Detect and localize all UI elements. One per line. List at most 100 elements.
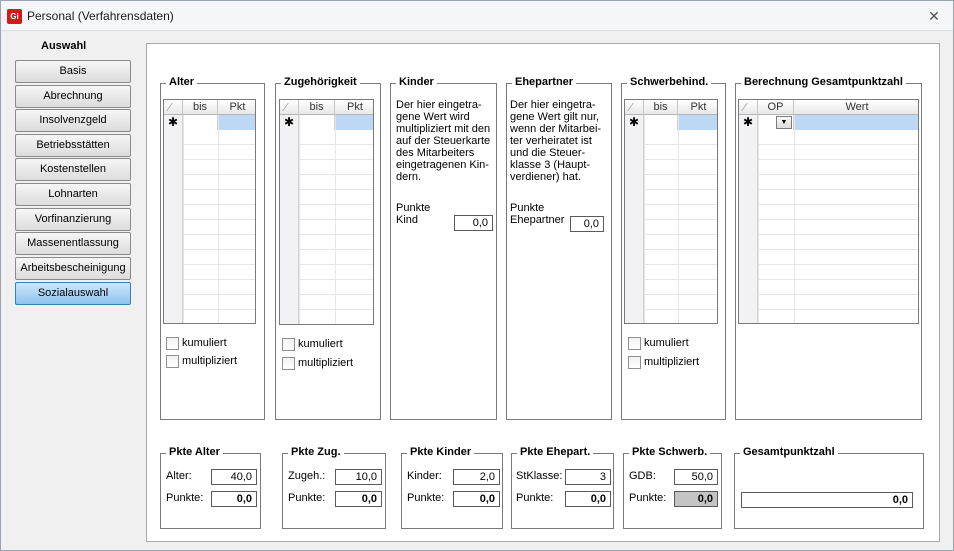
row-header: [280, 220, 299, 235]
row-header: [164, 160, 183, 175]
column-header-wert[interactable]: Wert: [794, 100, 918, 115]
pkte-zug-input[interactable]: 10,0: [335, 469, 382, 485]
grid-corner: [739, 100, 758, 115]
multipliziert-checkbox[interactable]: [282, 357, 295, 370]
nav-button-sozialauswahl[interactable]: Sozialauswahl: [15, 282, 131, 305]
grid-empty-row: [280, 175, 373, 190]
column-header-pkt[interactable]: Pkt: [335, 100, 373, 115]
nav-button-betriebsstaetten[interactable]: Betriebsstätten: [15, 134, 131, 157]
cell-bis[interactable]: [299, 115, 335, 130]
grid-empty-row: [739, 175, 918, 190]
pkte-ehepart-label: StKlasse:: [516, 470, 563, 482]
pkte-kinder-label: Kinder:: [407, 470, 442, 482]
grid-empty-row: [739, 295, 918, 310]
pkte-kinder-input[interactable]: 2,0: [453, 469, 500, 485]
grid-empty-row: [625, 160, 717, 175]
grid-empty-row: [625, 175, 717, 190]
pkte-alter-input[interactable]: 40,0: [211, 469, 257, 485]
grid-empty-row: [739, 280, 918, 295]
pkte-kinder-punkte-label: Punkte:: [407, 492, 445, 504]
nav-button-vorfinanzierung[interactable]: Vorfinanzierung: [15, 208, 131, 231]
grid-empty-row: [280, 235, 373, 250]
nav-button-basis[interactable]: Basis: [15, 60, 131, 83]
grid-empty-row: [164, 250, 255, 265]
nav-button-insolvenzgeld[interactable]: Insolvenzgeld: [15, 109, 131, 132]
column-header-pkt[interactable]: Pkt: [678, 100, 717, 115]
close-icon[interactable]: ✕: [925, 7, 943, 25]
group-schwerbehind: Schwerbehind. bis Pkt ✱ kumuliert multip…: [621, 76, 726, 420]
grid-header: OP Wert: [739, 100, 918, 115]
cell-pkt[interactable]: [335, 115, 373, 130]
row-header: [625, 220, 644, 235]
multipliziert-checkbox[interactable]: [628, 356, 641, 369]
cell-wert[interactable]: [794, 115, 918, 130]
grid-empty-row: [739, 310, 918, 323]
pkte-zug-punkte-label: Punkte:: [288, 492, 326, 504]
punkte-kind-input[interactable]: 0,0: [454, 215, 493, 231]
cell-pkt[interactable]: [678, 115, 717, 130]
nav-button-abrechnung[interactable]: Abrechnung: [15, 85, 131, 108]
grid-empty-row: [625, 310, 717, 323]
row-header: [280, 310, 299, 324]
row-header: [739, 265, 758, 280]
pkte-ehepart-punkte-label: Punkte:: [516, 492, 554, 504]
kumuliert-checkbox[interactable]: [166, 337, 179, 350]
row-header: [625, 190, 644, 205]
asterisk-icon: ✱: [280, 115, 299, 130]
pkte-ehepart-input[interactable]: 3: [565, 469, 611, 485]
content-panel: Alter bis Pkt ✱ kumuliert multipliziert: [146, 43, 940, 542]
row-header: [280, 265, 299, 280]
row-header: [164, 265, 183, 280]
grid-empty-row: [739, 205, 918, 220]
grid-corner: [625, 100, 644, 115]
row-header: [625, 145, 644, 160]
punkte-ehepartner-input[interactable]: 0,0: [570, 216, 604, 232]
kumuliert-checkbox[interactable]: [628, 337, 641, 350]
grid-empty-row: [164, 280, 255, 295]
cell-bis[interactable]: [644, 115, 678, 130]
pkte-kinder-group: Pkte Kinder Kinder: 2,0 Punkte: 0,0: [401, 446, 503, 529]
grid-empty-row: [164, 265, 255, 280]
cell-op[interactable]: ▼: [758, 115, 794, 130]
nav-button-lohnarten[interactable]: Lohnarten: [15, 183, 131, 206]
row-header: [739, 235, 758, 250]
grid-schwerbehind[interactable]: bis Pkt ✱: [624, 99, 718, 324]
grid-empty-row: [164, 160, 255, 175]
cell-bis[interactable]: [183, 115, 218, 130]
row-header: [280, 130, 299, 145]
kumuliert-checkbox[interactable]: [282, 338, 295, 351]
grid-empty-row: [280, 130, 373, 145]
grid-new-row[interactable]: ✱: [625, 115, 717, 130]
grid-empty-row: [625, 280, 717, 295]
grid-new-row[interactable]: ✱: [280, 115, 373, 130]
nav-button-arbeitsbescheinigung[interactable]: Arbeitsbescheinigung: [15, 257, 131, 280]
window: Gi Personal (Verfahrensdaten) ✕ Auswahl …: [0, 0, 954, 551]
pkte-alter-punkte-label: Punkte:: [166, 492, 204, 504]
group-alter: Alter bis Pkt ✱ kumuliert multipliziert: [160, 76, 265, 420]
grid-alter[interactable]: bis Pkt ✱: [163, 99, 256, 324]
column-header-bis[interactable]: bis: [299, 100, 335, 115]
row-header: [164, 235, 183, 250]
column-header-pkt[interactable]: Pkt: [218, 100, 255, 115]
pkte-zug-group: Pkte Zug. Zugeh.: 10,0 Punkte: 0,0: [282, 446, 386, 529]
grid-zugehoerigkeit[interactable]: bis Pkt ✱: [279, 99, 374, 325]
pkte-schwerb-group: Pkte Schwerb. GDB: 50,0 Punkte: 0,0: [623, 446, 722, 529]
nav-button-kostenstellen[interactable]: Kostenstellen: [15, 158, 131, 181]
grid-berechnung[interactable]: OP Wert ✱ ▼: [738, 99, 919, 324]
grid-new-row[interactable]: ✱: [164, 115, 255, 130]
column-header-bis[interactable]: bis: [183, 100, 218, 115]
column-header-bis[interactable]: bis: [644, 100, 678, 115]
window-title: Personal (Verfahrensdaten): [27, 9, 174, 23]
gesamtpunktzahl-title: Gesamtpunktzahl: [740, 446, 838, 458]
group-title-schwerbehind: Schwerbehind.: [627, 76, 712, 88]
gesamtpunktzahl-group: Gesamtpunktzahl 0,0: [734, 446, 924, 529]
multipliziert-checkbox[interactable]: [166, 355, 179, 368]
row-header: [625, 205, 644, 220]
grid-new-row[interactable]: ✱ ▼: [739, 115, 918, 130]
nav-button-massenentlassung[interactable]: Massenentlassung: [15, 232, 131, 255]
dropdown-arrow-icon[interactable]: ▼: [776, 116, 792, 129]
row-header: [625, 310, 644, 323]
cell-pkt[interactable]: [218, 115, 255, 130]
column-header-op[interactable]: OP: [758, 100, 794, 115]
pkte-schwerb-input[interactable]: 50,0: [674, 469, 718, 485]
